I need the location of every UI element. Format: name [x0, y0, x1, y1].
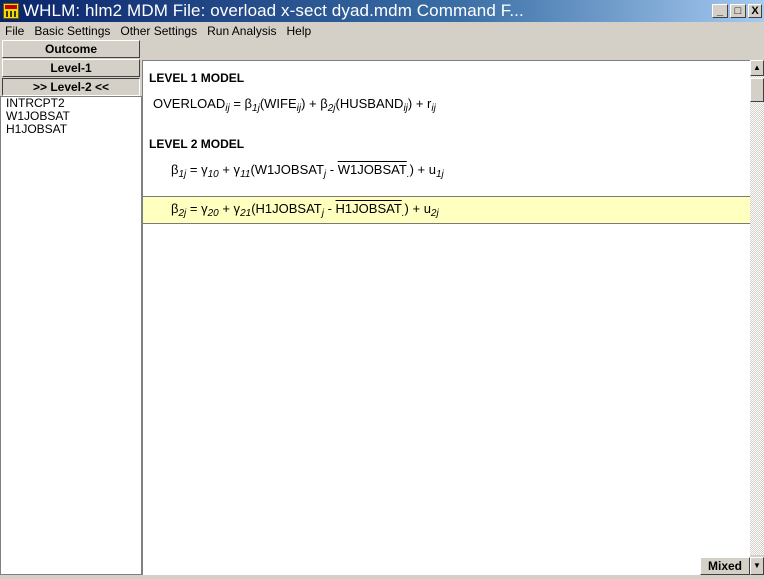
eq-sub: 20 [207, 208, 219, 219]
eq-text: ) + u [409, 162, 436, 177]
eq-text: (WIFE [259, 96, 297, 111]
eq-text: (HUSBAND [335, 96, 404, 111]
group-mean: W1JOBSAT [337, 162, 407, 177]
eq-sub: 11 [240, 169, 251, 180]
eq-text: (W1JOBSAT [250, 162, 324, 177]
eq-sub: 21 [240, 208, 252, 219]
eq-sub: ij [225, 103, 230, 114]
variable-list: INTRCPT2 W1JOBSAT H1JOBSAT [0, 96, 142, 575]
model-panel: LEVEL 1 MODEL OVERLOADij = β1j(WIFEij) +… [142, 60, 751, 575]
scroll-thumb[interactable] [750, 78, 764, 102]
eq-sub: 1j [252, 103, 260, 114]
eq-text: = γ [186, 201, 208, 216]
eq-text: = γ [186, 162, 208, 177]
menu-bar: File Basic Settings Other Settings Run A… [0, 22, 764, 40]
left-panel: Outcome Level-1 >> Level-2 << INTRCPT2 W… [0, 40, 142, 575]
eq-text: OVERLOAD [153, 96, 226, 111]
window-title: WHLM: hlm2 MDM File: overload x-sect dya… [23, 1, 524, 20]
group-mean: H1JOBSAT [335, 201, 402, 216]
eq-sub: 10 [207, 169, 219, 180]
close-button[interactable]: X [748, 4, 762, 18]
eq-text: (H1JOBSAT [251, 201, 322, 216]
menu-run-analysis[interactable]: Run Analysis [202, 22, 281, 40]
eq-text: + γ [218, 162, 241, 177]
outcome-button[interactable]: Outcome [2, 40, 140, 58]
maximize-button[interactable]: □ [730, 4, 746, 18]
mixed-button[interactable]: Mixed [700, 557, 750, 575]
eq-sub: 2j [430, 208, 439, 219]
eq-text: - [323, 201, 336, 216]
level2-button[interactable]: >> Level-2 << [2, 78, 140, 96]
eq-text: ) + β [301, 96, 328, 111]
scroll-down-icon[interactable]: ▼ [750, 557, 764, 575]
eq-sub: 1j [435, 169, 444, 180]
level2-heading: LEVEL 2 MODEL [149, 137, 245, 151]
menu-file[interactable]: File [0, 22, 29, 40]
eq-text: ) + r [407, 96, 432, 111]
app-icon [3, 3, 19, 19]
eq-text: - [326, 162, 338, 177]
eq-sub: ij [431, 103, 436, 114]
level1-heading: LEVEL 1 MODEL [149, 71, 245, 85]
eq-text: + γ [218, 201, 241, 216]
level1-equation[interactable]: OVERLOADij = β1j(WIFEij) + β2j(HUSBANDij… [153, 96, 436, 114]
menu-basic-settings[interactable]: Basic Settings [29, 22, 115, 40]
minimize-button[interactable]: _ [712, 4, 728, 18]
scroll-up-icon[interactable]: ▲ [750, 60, 764, 76]
level2-equation-2[interactable]: β2j = γ20 + γ21(H1JOBSATj - H1JOBSAT.) +… [171, 201, 439, 219]
title-bar: WHLM: hlm2 MDM File: overload x-sect dya… [0, 0, 764, 22]
vertical-scrollbar[interactable]: ▲ [750, 60, 764, 555]
selected-equation-highlight[interactable]: β2j = γ20 + γ21(H1JOBSATj - H1JOBSAT.) +… [143, 196, 751, 224]
level1-button[interactable]: Level-1 [2, 59, 140, 77]
menu-other-settings[interactable]: Other Settings [115, 22, 202, 40]
eq-text: ) + u [404, 201, 431, 216]
list-item[interactable]: H1JOBSAT [1, 123, 141, 136]
menu-help[interactable]: Help [281, 22, 316, 40]
window-controls: _ □ X [712, 4, 762, 18]
eq-sub: 2j [327, 103, 336, 114]
level2-equation-1[interactable]: β1j = γ10 + γ11(W1JOBSATj - W1JOBSAT.) +… [171, 162, 444, 180]
eq-text: β [244, 96, 253, 111]
